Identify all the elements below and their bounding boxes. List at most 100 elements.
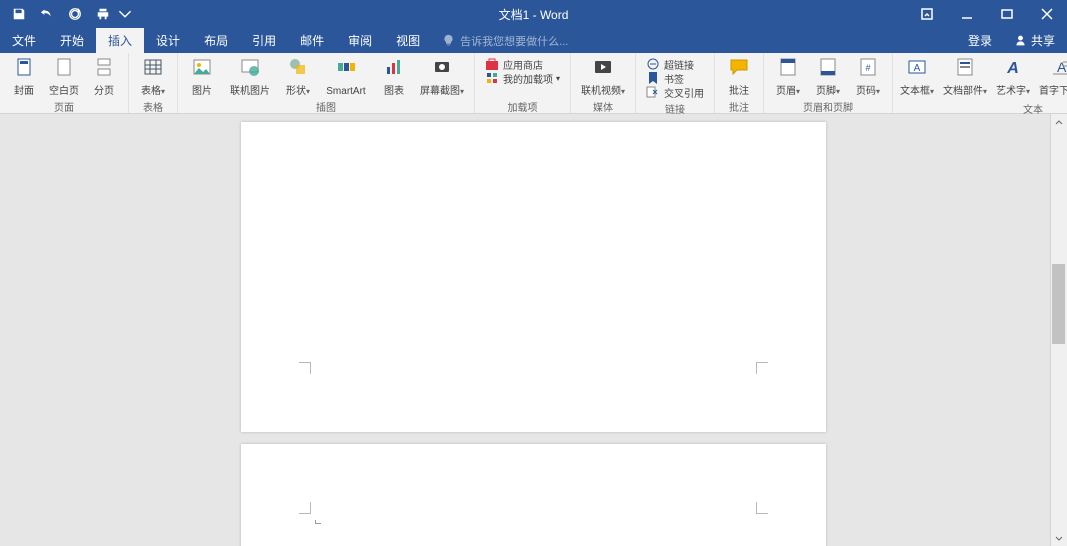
bookmark-icon xyxy=(646,71,660,85)
ribbon-options-button[interactable] xyxy=(907,0,947,28)
tab-mailings[interactable]: 邮件 xyxy=(288,28,336,53)
quickparts-icon xyxy=(955,57,975,77)
maximize-button[interactable] xyxy=(987,0,1027,28)
wordart-button[interactable]: A 艺术字▾ xyxy=(993,55,1033,99)
group-label-addins: 加载项 xyxy=(508,99,538,113)
quick-access-toolbar xyxy=(0,2,132,26)
tab-file[interactable]: 文件 xyxy=(0,28,48,53)
pictures-button[interactable]: 图片 xyxy=(182,55,222,99)
share-label: 共享 xyxy=(1031,32,1055,49)
sign-in-link[interactable]: 登录 xyxy=(958,32,1002,49)
qat-customize-button[interactable] xyxy=(118,2,132,26)
save-button[interactable] xyxy=(6,2,32,26)
tab-insert[interactable]: 插入 xyxy=(96,28,144,53)
document-scroll[interactable] xyxy=(241,114,826,546)
group-label-comments: 批注 xyxy=(729,99,749,113)
save-icon xyxy=(12,7,26,21)
crossref-button[interactable]: 交叉引用 xyxy=(644,85,706,99)
margin-mark xyxy=(756,502,768,514)
document-page-1[interactable] xyxy=(241,122,826,432)
vertical-scrollbar[interactable] xyxy=(1050,114,1067,546)
tab-view[interactable]: 视图 xyxy=(384,28,432,53)
group-label-links: 链接 xyxy=(665,101,685,115)
group-label-header-footer: 页眉和页脚 xyxy=(803,99,853,113)
minimize-button[interactable] xyxy=(947,0,987,28)
margin-mark xyxy=(299,502,311,514)
comment-icon xyxy=(729,57,749,77)
screenshot-button[interactable]: 屏幕截图▾ xyxy=(414,55,470,99)
page-number-button[interactable]: # 页码▾ xyxy=(848,55,888,99)
cover-page-icon xyxy=(14,57,34,77)
online-video-button[interactable]: 联机视频▾ xyxy=(575,55,631,99)
redo-button[interactable] xyxy=(62,2,88,26)
quickparts-button[interactable]: 文档部件▾ xyxy=(937,55,993,99)
minimize-icon xyxy=(961,8,973,20)
text-cursor xyxy=(315,520,321,524)
redo-icon xyxy=(68,7,82,21)
chart-button[interactable]: 图表 xyxy=(374,55,414,99)
smartart-button[interactable]: SmartArt xyxy=(318,55,374,99)
scroll-down-button[interactable] xyxy=(1051,529,1067,546)
header-icon xyxy=(778,57,798,77)
page-number-icon: # xyxy=(858,57,878,77)
group-text: A 文本框▾ 文档部件▾ A 艺术字▾ A 首字下沉▾ 签名行▾ xyxy=(893,53,1067,113)
tell-me-search[interactable]: 告诉我您想要做什么... xyxy=(442,33,958,49)
store-button[interactable]: 应用商店 xyxy=(483,57,562,71)
tab-layout[interactable]: 布局 xyxy=(192,28,240,53)
group-comments: 批注 批注 xyxy=(715,53,764,113)
table-button[interactable]: 表格▾ xyxy=(133,55,173,99)
share-button[interactable]: 共享 xyxy=(1002,32,1067,49)
online-pictures-icon xyxy=(240,57,260,77)
group-label-tables: 表格 xyxy=(143,99,163,113)
share-icon xyxy=(1014,34,1027,47)
my-addins-button[interactable]: 我的加载项▾ xyxy=(483,71,562,85)
scroll-up-button[interactable] xyxy=(1051,114,1067,131)
title-bar: 文档1 - Word xyxy=(0,0,1067,28)
document-page-2[interactable] xyxy=(241,444,826,546)
lightbulb-icon xyxy=(442,34,455,47)
blank-page-icon xyxy=(54,57,74,77)
group-label-illustrations: 插图 xyxy=(316,99,336,113)
close-button[interactable] xyxy=(1027,0,1067,28)
tab-references[interactable]: 引用 xyxy=(240,28,288,53)
comment-button[interactable]: 批注 xyxy=(719,55,759,99)
page-break-icon xyxy=(94,57,114,77)
close-icon xyxy=(1041,8,1053,20)
group-links: 超链接 书签 交叉引用 链接 xyxy=(636,53,715,113)
window-title: 文档1 - Word xyxy=(499,6,569,23)
quick-print-button[interactable] xyxy=(90,2,116,26)
footer-button[interactable]: 页脚▾ xyxy=(808,55,848,99)
chevron-down-icon xyxy=(118,7,132,21)
addins-icon xyxy=(485,71,499,85)
tab-design[interactable]: 设计 xyxy=(144,28,192,53)
textbox-button[interactable]: A 文本框▾ xyxy=(897,55,937,99)
group-label-text: 文本 xyxy=(1023,101,1043,115)
dropcap-icon: A xyxy=(1051,57,1067,77)
ribbon-tabs: 文件 开始 插入 设计 布局 引用 邮件 审阅 视图 告诉我您想要做什么... … xyxy=(0,28,1067,53)
page-break-button[interactable]: 分页 xyxy=(84,55,124,99)
tab-review[interactable]: 审阅 xyxy=(336,28,384,53)
chevron-up-icon xyxy=(1055,119,1063,127)
margin-mark xyxy=(756,362,768,374)
wordart-icon: A xyxy=(1003,57,1023,77)
scroll-thumb[interactable] xyxy=(1052,264,1065,344)
header-button[interactable]: 页眉▾ xyxy=(768,55,808,99)
tell-me-placeholder: 告诉我您想要做什么... xyxy=(460,33,568,49)
online-pictures-button[interactable]: 联机图片 xyxy=(222,55,278,99)
undo-button[interactable] xyxy=(34,2,60,26)
group-label-pages: 页面 xyxy=(54,99,74,113)
crossref-icon xyxy=(646,85,660,99)
svg-text:#: # xyxy=(866,63,871,73)
maximize-icon xyxy=(1001,8,1013,20)
pictures-icon xyxy=(192,57,212,77)
svg-text:A: A xyxy=(914,63,921,74)
shapes-button[interactable]: 形状▾ xyxy=(278,55,318,99)
bookmark-button[interactable]: 书签 xyxy=(644,71,706,85)
hyperlink-button[interactable]: 超链接 xyxy=(644,57,706,71)
dropcap-button[interactable]: A 首字下沉▾ xyxy=(1033,55,1067,99)
store-icon xyxy=(485,57,499,71)
blank-page-button[interactable]: 空白页 xyxy=(44,55,84,99)
tab-home[interactable]: 开始 xyxy=(48,28,96,53)
cover-page-button[interactable]: 封面 xyxy=(4,55,44,99)
group-addins: 应用商店 我的加载项▾ 加载项 xyxy=(475,53,571,113)
